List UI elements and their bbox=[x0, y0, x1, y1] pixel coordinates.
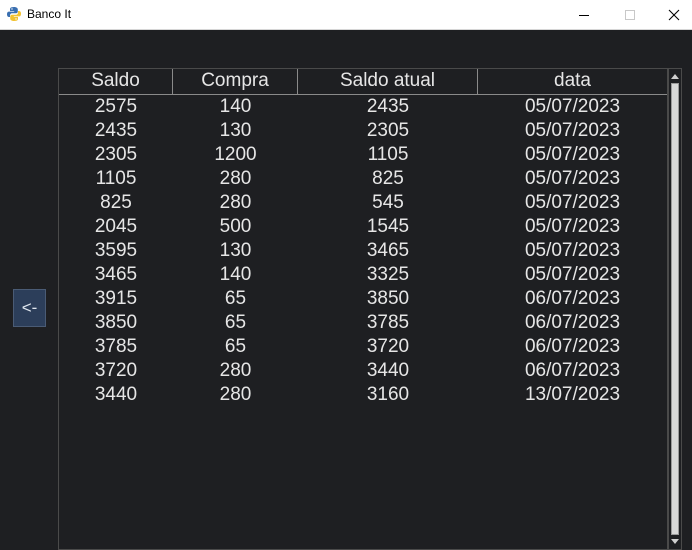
cell-saldo-atual: 1105 bbox=[367, 144, 409, 165]
cell-saldo: 3465 bbox=[94, 264, 138, 285]
close-icon bbox=[668, 9, 680, 20]
table-row[interactable]: 3785 65 3720 06/07/2023 bbox=[59, 335, 667, 359]
cell-saldo: 2305 bbox=[94, 144, 138, 165]
cell-compra: 65 bbox=[224, 312, 247, 333]
cell-data: 05/07/2023 bbox=[524, 240, 621, 261]
cell-compra: 280 bbox=[219, 192, 252, 213]
table-row[interactable]: 2575 140 2435 05/07/2023 bbox=[59, 95, 667, 119]
cell-saldo-atual: 3720 bbox=[366, 336, 410, 357]
scroll-down-button[interactable] bbox=[669, 536, 681, 548]
cell-compra: 1200 bbox=[214, 144, 257, 165]
cell-saldo: 3720 bbox=[94, 360, 138, 381]
cell-compra: 500 bbox=[219, 216, 252, 237]
scroll-up-button[interactable] bbox=[669, 70, 681, 82]
arrow-up-icon bbox=[671, 74, 679, 79]
cell-saldo-atual: 2305 bbox=[366, 120, 410, 141]
cell-compra: 280 bbox=[219, 384, 252, 405]
title-bar: Banco It bbox=[0, 0, 692, 30]
cell-saldo: 825 bbox=[100, 192, 132, 213]
column-header-compra[interactable]: Compra bbox=[173, 69, 298, 94]
close-button[interactable] bbox=[651, 0, 692, 29]
cell-saldo-atual: 1545 bbox=[366, 216, 410, 237]
table-row[interactable]: 3465 140 3325 05/07/2023 bbox=[59, 263, 667, 287]
minimize-button[interactable] bbox=[561, 0, 607, 29]
cell-data: 06/07/2023 bbox=[524, 336, 621, 357]
cell-data: 05/07/2023 bbox=[524, 264, 621, 285]
cell-saldo: 3595 bbox=[94, 240, 138, 261]
cell-compra: 280 bbox=[219, 360, 252, 381]
scrollbar-thumb[interactable] bbox=[671, 83, 679, 535]
cell-compra: 130 bbox=[219, 120, 252, 141]
cell-compra: 140 bbox=[219, 264, 252, 285]
cell-compra: 280 bbox=[219, 168, 252, 189]
cell-saldo-atual: 2435 bbox=[366, 96, 410, 117]
cell-data: 06/07/2023 bbox=[524, 360, 621, 381]
table-row[interactable]: 825 280 545 05/07/2023 bbox=[59, 191, 667, 215]
cell-saldo: 3850 bbox=[94, 312, 138, 333]
cell-compra: 65 bbox=[224, 336, 247, 357]
cell-data: 05/07/2023 bbox=[524, 120, 621, 141]
cell-saldo-atual: 3850 bbox=[366, 288, 410, 309]
table-row[interactable]: 2435 130 2305 05/07/2023 bbox=[59, 119, 667, 143]
cell-saldo-atual: 3325 bbox=[366, 264, 410, 285]
cell-saldo: 2575 bbox=[94, 96, 138, 117]
cell-compra: 65 bbox=[224, 288, 247, 309]
cell-data: 06/07/2023 bbox=[524, 312, 621, 333]
maximize-button bbox=[607, 0, 653, 29]
cell-data: 06/07/2023 bbox=[524, 288, 621, 309]
window-title: Banco It bbox=[27, 7, 72, 21]
table-row[interactable]: 3720 280 3440 06/07/2023 bbox=[59, 359, 667, 383]
cell-data: 05/07/2023 bbox=[524, 168, 621, 189]
cell-saldo: 3915 bbox=[94, 288, 138, 309]
table-row[interactable]: 1105 280 825 05/07/2023 bbox=[59, 167, 667, 191]
table-header: Saldo Compra Saldo atual data bbox=[59, 69, 667, 95]
maximize-icon bbox=[625, 9, 635, 20]
transactions-table: Saldo Compra Saldo atual data 2575 140 243… bbox=[58, 68, 668, 550]
table-row[interactable]: 2305 1200 1105 05/07/2023 bbox=[59, 143, 667, 167]
cell-data: 05/07/2023 bbox=[524, 192, 621, 213]
cell-saldo: 3440 bbox=[94, 384, 138, 405]
table-row[interactable]: 3850 65 3785 06/07/2023 bbox=[59, 311, 667, 335]
cell-saldo-atual: 3465 bbox=[366, 240, 410, 261]
cell-compra: 140 bbox=[219, 96, 252, 117]
table-row[interactable]: 3440 280 3160 13/07/2023 bbox=[59, 383, 667, 407]
cell-saldo-atual: 545 bbox=[372, 192, 404, 213]
cell-data: 05/07/2023 bbox=[524, 216, 621, 237]
app-window: <- Saldo Compra Saldo atual data 2575 140… bbox=[0, 30, 692, 550]
column-header-saldo[interactable]: Saldo bbox=[59, 69, 173, 94]
column-header-data[interactable]: data bbox=[478, 69, 667, 94]
arrow-down-icon bbox=[671, 539, 679, 544]
cell-data: 05/07/2023 bbox=[524, 144, 621, 165]
cell-saldo-atual: 3440 bbox=[366, 360, 410, 381]
cell-data: 05/07/2023 bbox=[524, 96, 621, 117]
table-row[interactable]: 3915 65 3850 06/07/2023 bbox=[59, 287, 667, 311]
cell-saldo-atual: 3785 bbox=[366, 312, 410, 333]
cell-saldo: 3785 bbox=[94, 336, 138, 357]
table-body: 2575 140 2435 05/07/2023 2435 130 2305 05/07/20… bbox=[59, 95, 667, 407]
back-button[interactable]: <- bbox=[13, 289, 46, 327]
table-row[interactable]: 3595 130 3465 05/07/2023 bbox=[59, 239, 667, 263]
cell-saldo: 2435 bbox=[94, 120, 138, 141]
cell-saldo-atual: 825 bbox=[372, 168, 404, 189]
cell-saldo: 1105 bbox=[95, 168, 137, 189]
cell-saldo: 2045 bbox=[94, 216, 138, 237]
column-header-saldo-atual[interactable]: Saldo atual bbox=[298, 69, 478, 94]
cell-compra: 130 bbox=[219, 240, 252, 261]
cell-saldo-atual: 3160 bbox=[366, 384, 410, 405]
minimize-icon bbox=[579, 14, 589, 16]
python-icon bbox=[6, 6, 22, 22]
cell-data: 13/07/2023 bbox=[524, 384, 621, 405]
vertical-scrollbar[interactable] bbox=[668, 68, 682, 550]
table-row[interactable]: 2045 500 1545 05/07/2023 bbox=[59, 215, 667, 239]
